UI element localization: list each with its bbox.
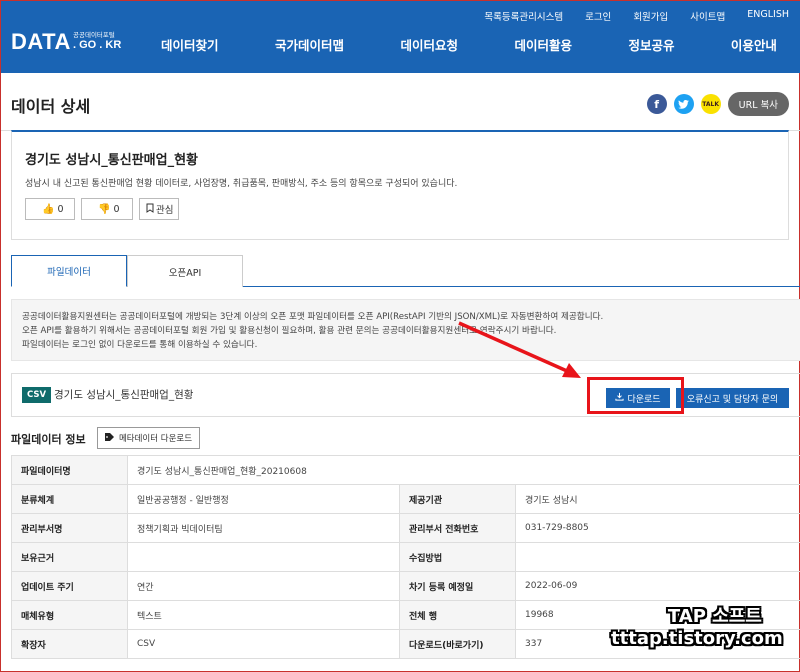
thumbs-down-icon: 👎 <box>98 203 111 215</box>
nav-find-data[interactable]: 데이터찾기 <box>161 35 219 54</box>
notice-line-2: 오픈 API를 활용하기 위해서는 공공데이터포털 회원 가입 및 활용신청이 … <box>22 326 557 336</box>
file-format-badge: CSV <box>22 387 52 403</box>
util-link-list-system[interactable]: 목록등록관리시스템 <box>484 9 563 23</box>
row-header: 관리부서명 <box>11 513 128 543</box>
row-header: 다운로드(바로가기) <box>399 629 516 659</box>
site-logo[interactable]: DATA <box>11 29 71 55</box>
row-header: 매체유형 <box>11 600 128 630</box>
util-link-english[interactable]: ENGLISH <box>747 9 789 23</box>
row-header: 제공기관 <box>399 484 516 514</box>
reaction-buttons: 👍 0 👎 0 관심 <box>25 198 179 220</box>
bookmark-icon <box>146 203 154 216</box>
watermark-line-2: tttap.tistory.com <box>611 628 783 649</box>
thumbs-up-icon: 👍 <box>42 203 55 215</box>
metadata-download-label: 메타데이터 다운로드 <box>118 434 193 444</box>
row-header: 확장자 <box>11 629 128 659</box>
table-row: 분류체계 일반공공행정 - 일반행정 제공기관 경기도 성남시 <box>11 484 800 514</box>
row-value: 경기도 성남시 <box>515 484 800 514</box>
row-header: 분류체계 <box>11 484 128 514</box>
row-value: 텍스트 <box>127 600 400 630</box>
row-header: 차기 등록 예정일 <box>399 571 516 601</box>
nav-guide[interactable]: 이용안내 <box>731 35 777 54</box>
table-row: 파일데이터명 경기도 성남시_통신판매업_현황_20210608 <box>11 455 800 485</box>
row-header: 보유근거 <box>11 542 128 572</box>
util-link-login[interactable]: 로그인 <box>585 9 611 23</box>
file-name: 경기도 성남시_통신판매업_현황 <box>54 389 194 401</box>
dataset-summary-card: 경기도 성남시_통신판매업_현황 성남시 내 신고된 통신판매업 현황 데이터로… <box>11 130 789 240</box>
row-value: 일반공공행정 - 일반행정 <box>127 484 400 514</box>
data-type-tabs: 파일데이터 오픈API <box>11 255 800 287</box>
nav-info-share[interactable]: 정보공유 <box>628 35 674 54</box>
notice-box: 공공데이터활용지원센터는 공공데이터포털에 개방되는 3단계 이상의 오픈 포맷… <box>11 299 800 361</box>
share-buttons: f TALK URL 복사 <box>646 92 789 116</box>
like-button[interactable]: 👍 0 <box>25 198 75 220</box>
page-title-bar: 데이터 상세 f TALK URL 복사 <box>1 73 800 131</box>
notice-line-3: 파일데이터는 로그인 없이 다운로드를 통해 이용하실 수 있습니다. <box>22 340 258 350</box>
dislike-count: 0 <box>113 203 120 215</box>
page-title: 데이터 상세 <box>11 97 91 116</box>
row-value: 연간 <box>127 571 400 601</box>
table-row: 보유근거 수집방법 <box>11 542 800 572</box>
logo-domain: . GO . KR <box>73 39 122 51</box>
favorite-label: 관심 <box>156 205 174 216</box>
row-value: 031-729-8805 <box>515 513 800 543</box>
row-value: 정책기획과 빅데이터팀 <box>127 513 400 543</box>
report-error-button[interactable]: 오류신고 및 담당자 문의 <box>676 388 789 408</box>
util-link-sitemap[interactable]: 사이트맵 <box>690 9 725 23</box>
row-value: 2022-06-09 <box>515 571 800 601</box>
row-header: 전체 행 <box>399 600 516 630</box>
dataset-title: 경기도 성남시_통신판매업_현황 <box>25 153 199 168</box>
logo-subtitle: 공공데이터포털 . GO . KR <box>73 31 122 51</box>
utility-links: 목록등록관리시스템 로그인 회원가입 사이트맵 ENGLISH <box>484 9 789 23</box>
watermark-line-1: TAP 소프트 <box>667 606 762 627</box>
facebook-icon[interactable]: f <box>646 94 667 114</box>
twitter-icon[interactable] <box>673 94 694 114</box>
site-header: DATA 공공데이터포털 . GO . KR 목록등록관리시스템 로그인 회원가… <box>1 1 800 73</box>
favorite-button[interactable]: 관심 <box>139 198 179 220</box>
metadata-section-title: 파일데이터 정보 <box>11 433 86 446</box>
url-copy-button[interactable]: URL 복사 <box>727 92 789 116</box>
nav-data-request[interactable]: 데이터요청 <box>400 35 458 54</box>
row-value: 경기도 성남시_통신판매업_현황_20210608 <box>127 455 800 485</box>
main-navigation: 데이터찾기 국가데이터맵 데이터요청 데이터활용 정보공유 이용안내 <box>161 35 800 54</box>
row-header: 수집방법 <box>399 542 516 572</box>
like-count: 0 <box>57 203 64 215</box>
row-value: CSV <box>127 629 400 659</box>
tab-file-data[interactable]: 파일데이터 <box>11 255 127 287</box>
util-link-signup[interactable]: 회원가입 <box>633 9 668 23</box>
dataset-description: 성남시 내 신고된 통신판매업 현황 데이터로, 사업장명, 취급품목, 판매방… <box>25 179 458 189</box>
notice-line-1: 공공데이터활용지원센터는 공공데이터포털에 개방되는 3단계 이상의 오픈 포맷… <box>22 312 604 322</box>
metadata-download-button[interactable]: 메타데이터 다운로드 <box>97 427 200 449</box>
highlight-box <box>587 377 684 414</box>
row-header: 관리부서 전화번호 <box>399 513 516 543</box>
nav-national-data-map[interactable]: 국가데이터맵 <box>275 35 344 54</box>
tab-open-api[interactable]: 오픈API <box>127 255 243 287</box>
nav-data-use[interactable]: 데이터활용 <box>514 35 572 54</box>
watermark: TAP 소프트 tttap.tistory.com <box>611 606 783 650</box>
dislike-button[interactable]: 👎 0 <box>81 198 133 220</box>
logo-subtitle-text: 공공데이터포털 <box>73 31 115 39</box>
row-header: 업데이트 주기 <box>11 571 128 601</box>
table-row: 관리부서명 정책기획과 빅데이터팀 관리부서 전화번호 031-729-8805 <box>11 513 800 543</box>
row-value <box>515 542 800 572</box>
kakaotalk-icon[interactable]: TALK <box>700 94 721 114</box>
row-value <box>127 542 400 572</box>
table-row: 업데이트 주기 연간 차기 등록 예정일 2022-06-09 <box>11 571 800 601</box>
row-header: 파일데이터명 <box>11 455 128 485</box>
tag-icon <box>104 432 115 444</box>
